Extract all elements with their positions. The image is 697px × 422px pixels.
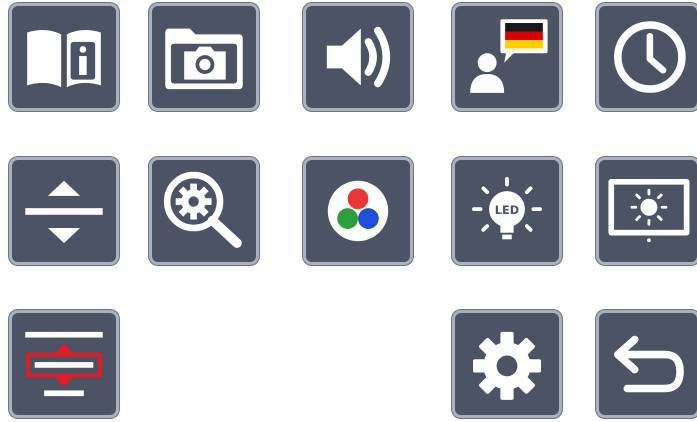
screen-brightness-button[interactable] [596,157,697,265]
manual-button[interactable] [9,3,119,111]
color-modes-button[interactable] [303,157,413,265]
reading-line-icon [25,331,103,397]
screen-brightness-icon [608,178,690,243]
reading-line-button[interactable] [9,310,119,418]
led-light-button[interactable]: LED [452,157,562,265]
speaker-icon [326,26,391,88]
color-dots-icon [327,180,389,242]
back-arrow-icon [614,335,684,393]
clock-button[interactable] [596,3,697,111]
magnification-settings-button[interactable] [149,157,259,265]
settings-button[interactable] [452,310,562,418]
german-language-icon [470,19,548,93]
led-label: LED [495,203,519,217]
line-spacing-button[interactable] [9,157,119,265]
line-spacing-icon [25,180,103,244]
volume-button[interactable] [303,3,413,111]
gear-icon [473,331,541,400]
clock-icon [614,21,686,93]
language-button[interactable] [452,3,562,111]
book-info-icon [27,30,101,88]
back-button[interactable] [596,310,697,418]
led-bulb-icon: LED [472,177,542,240]
folder-camera-icon [165,28,243,90]
magnifier-gear-icon [163,171,242,248]
photo-gallery-button[interactable] [149,3,259,111]
